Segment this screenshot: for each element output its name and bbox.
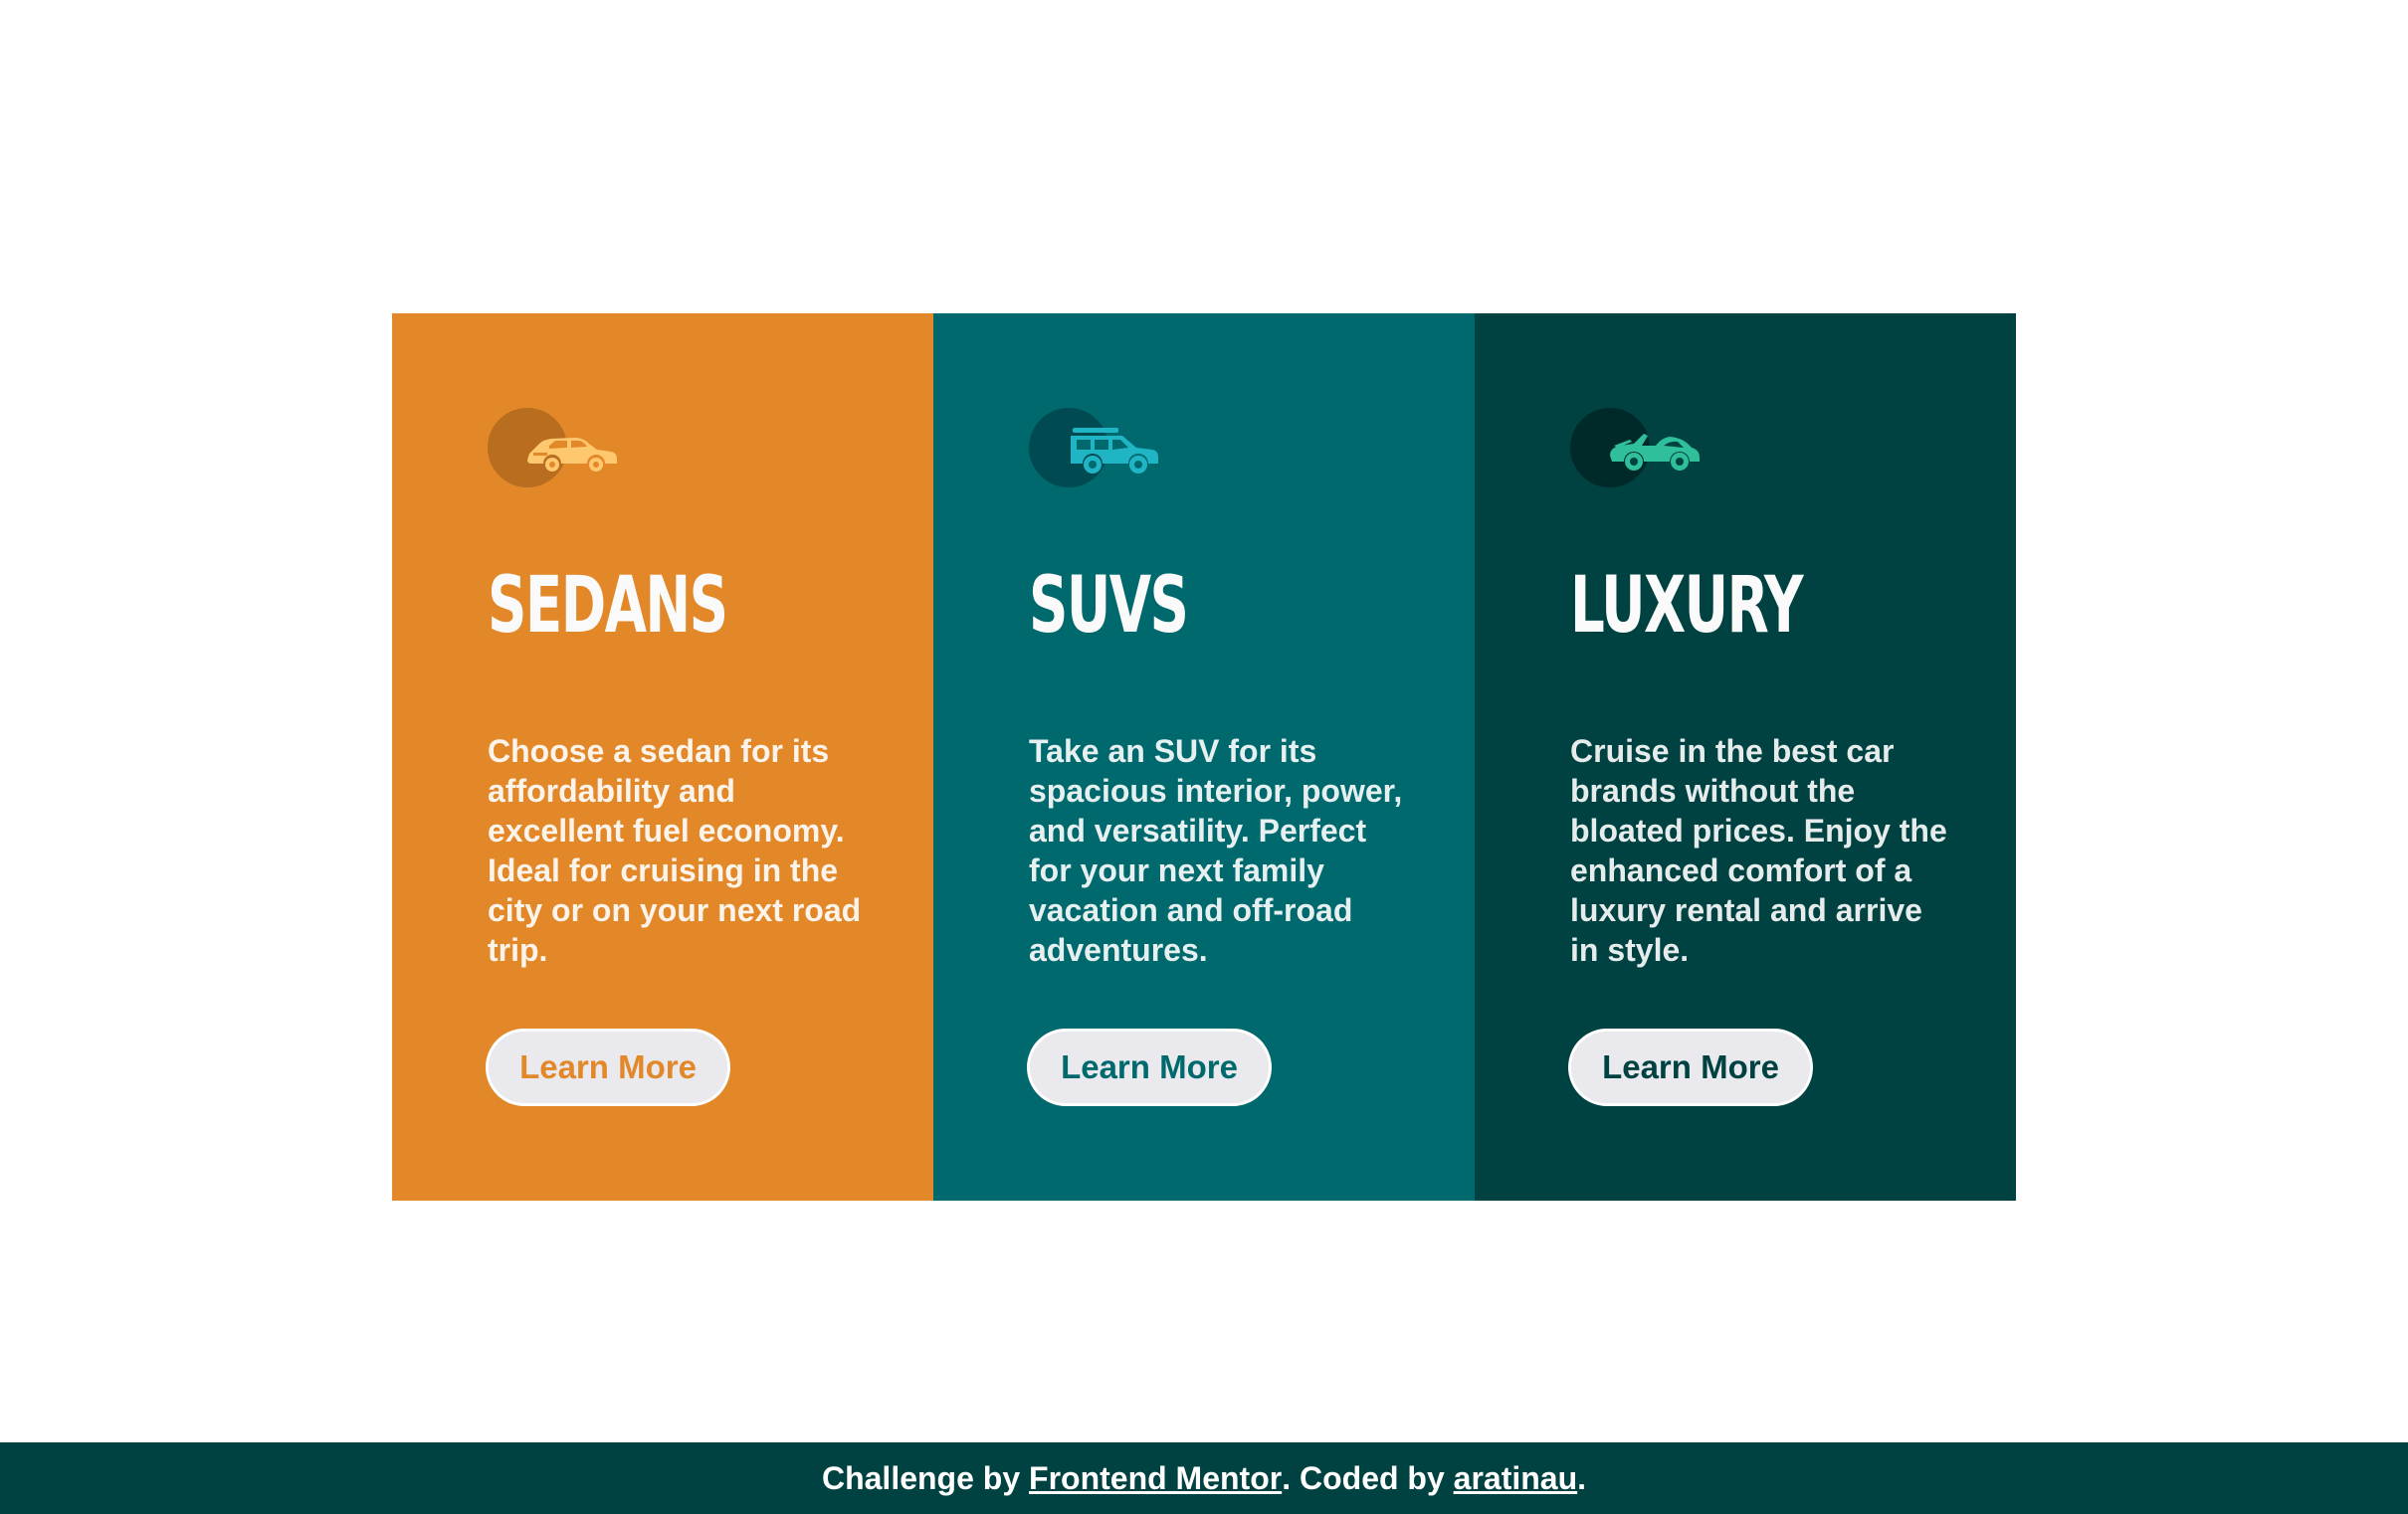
footer-suffix: . <box>1577 1459 1587 1496</box>
sedan-car-icon <box>488 408 627 489</box>
card-title: SEDANS <box>488 561 728 651</box>
card-suvs: SUVS Take an SUV for its spacious interi… <box>933 313 1475 1201</box>
footer: Challenge by Frontend Mentor. Coded by a… <box>0 1442 2408 1514</box>
card-luxury: LUXURY Cruise in the best car brands wit… <box>1475 313 2016 1201</box>
luxury-car-svg <box>1610 434 1700 471</box>
card-description: Take an SUV for its spacious interior, p… <box>1029 733 1403 968</box>
suv-car-svg <box>1071 428 1158 473</box>
learn-more-button-suvs[interactable]: Learn More <box>1027 1029 1272 1106</box>
luxury-car-icon <box>1570 408 1709 489</box>
card-description: Cruise in the best car brands without th… <box>1570 733 1947 968</box>
learn-more-button-luxury[interactable]: Learn More <box>1568 1029 1813 1106</box>
card-title: SUVS <box>1029 561 1189 651</box>
sedan-car-svg <box>527 438 617 472</box>
frontend-mentor-link[interactable]: Frontend Mentor <box>1029 1460 1282 1497</box>
cards-container: SEDANS Choose a sedan for its affordabil… <box>392 313 2016 1201</box>
suv-car-icon <box>1029 408 1168 489</box>
card-sedans: SEDANS Choose a sedan for its affordabil… <box>392 313 933 1201</box>
card-title: LUXURY <box>1570 561 1803 651</box>
author-link[interactable]: aratinau <box>1454 1460 1577 1497</box>
learn-more-button-sedans[interactable]: Learn More <box>486 1029 730 1106</box>
footer-prefix: Challenge by <box>821 1459 1021 1496</box>
footer-middle: . Coded by <box>1282 1459 1445 1496</box>
card-description: Choose a sedan for its affordability and… <box>488 733 862 968</box>
